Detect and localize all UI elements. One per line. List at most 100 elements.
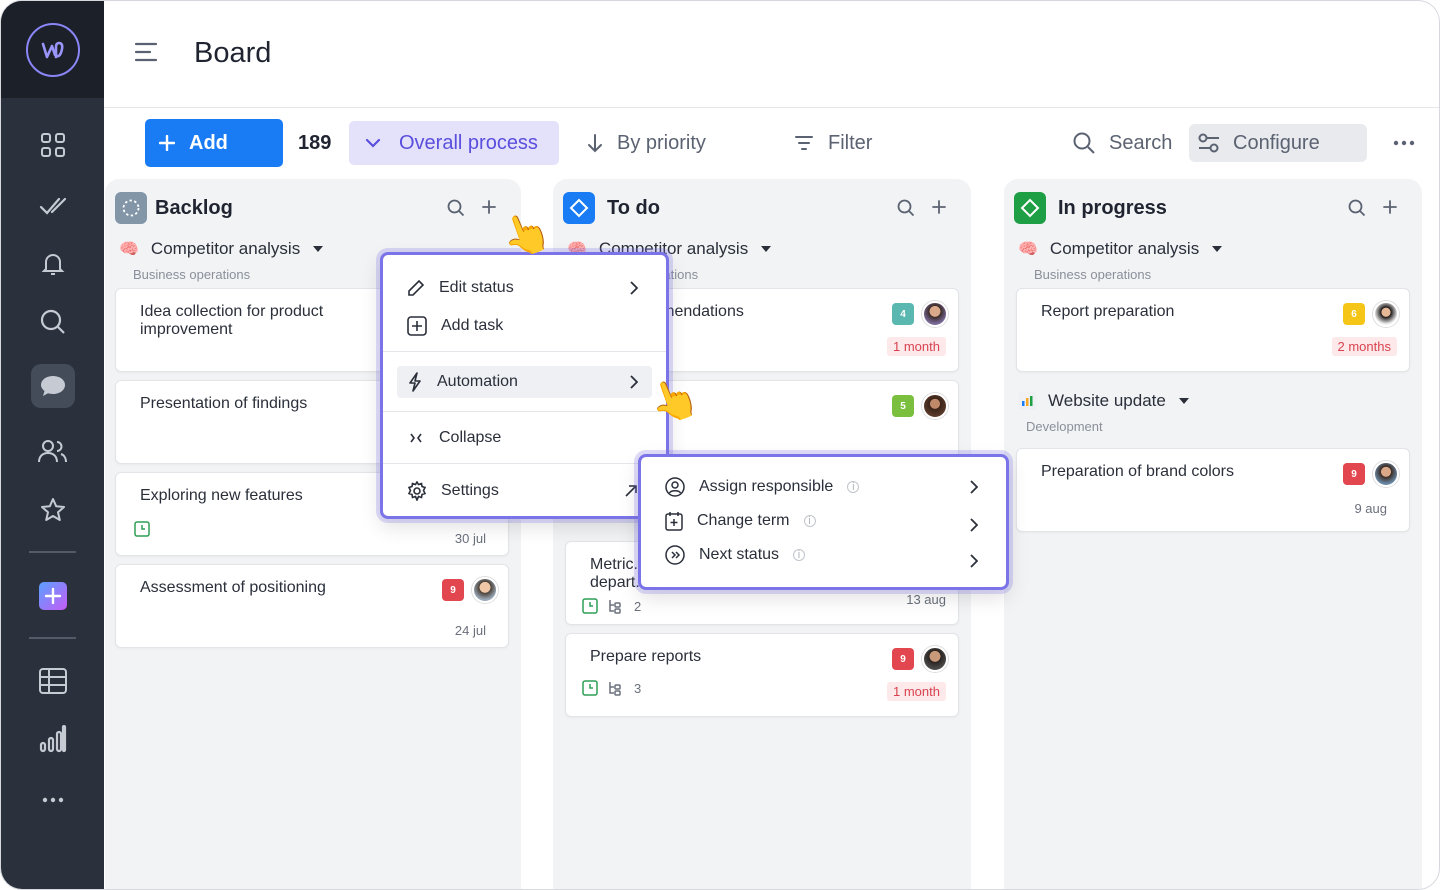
- sort-button[interactable]: By priority: [587, 121, 706, 165]
- process-label: Overall process: [399, 131, 538, 154]
- plus-app-icon[interactable]: [31, 574, 75, 618]
- due-date: 1 month: [887, 337, 946, 356]
- menu-divider: [383, 351, 666, 352]
- avatar[interactable]: [922, 393, 948, 419]
- brain-icon: 🧠: [119, 241, 139, 258]
- page-title: Board: [194, 37, 272, 69]
- group-header[interactable]: 🧠 Competitor analysis: [1018, 239, 1223, 259]
- task-card[interactable]: Report preparation 6 2 months: [1016, 288, 1410, 372]
- menu-item-collapse[interactable]: Collapse: [397, 422, 652, 454]
- tasks-check-icon[interactable]: [31, 184, 75, 228]
- card-meta: 3: [582, 680, 641, 696]
- filter-icon: [795, 136, 813, 150]
- plus-icon[interactable]: [931, 199, 947, 215]
- process-selector[interactable]: Overall process: [349, 121, 559, 165]
- info-icon[interactable]: i: [847, 481, 860, 493]
- search-icon[interactable]: [897, 199, 915, 217]
- column-header: To do: [563, 191, 961, 225]
- priority-badge: 9: [1343, 463, 1365, 485]
- search-button[interactable]: Search: [1073, 121, 1172, 165]
- avatar[interactable]: [922, 301, 948, 327]
- search-icon[interactable]: [31, 300, 75, 344]
- dashboard-grid-icon[interactable]: [31, 123, 75, 167]
- menu-item-label: Assign responsible: [699, 478, 834, 495]
- column-actions: [897, 199, 947, 217]
- clock-icon: [582, 598, 598, 614]
- menu-item-assign-responsible[interactable]: Assign responsible i: [655, 471, 992, 503]
- caret-down-icon: [313, 246, 324, 252]
- plus-icon[interactable]: [1382, 199, 1398, 215]
- column-header: Backlog: [115, 191, 511, 225]
- user-circle-icon: [665, 477, 685, 497]
- group-name: Website update: [1048, 391, 1166, 410]
- chevron-right-icon: [970, 518, 978, 532]
- avatar[interactable]: [1373, 461, 1399, 487]
- column-title: In progress: [1058, 196, 1167, 219]
- menu-item-change-term[interactable]: Change term i: [655, 505, 992, 537]
- analytics-chart-icon[interactable]: [31, 717, 75, 761]
- task-count: 189: [298, 132, 332, 154]
- table-icon[interactable]: [31, 659, 75, 703]
- task-title: Exploring new features: [140, 487, 303, 504]
- chat-icon[interactable]: [31, 364, 75, 408]
- chevron-right-icon: [630, 375, 638, 389]
- configure-label: Configure: [1233, 131, 1320, 154]
- configure-button[interactable]: Configure: [1189, 124, 1367, 162]
- column-actions: [1348, 199, 1398, 217]
- task-card[interactable]: Assessment of positioning 9 24 jul: [115, 564, 509, 648]
- users-icon[interactable]: [31, 429, 75, 473]
- search-icon[interactable]: [1348, 199, 1366, 217]
- avatar[interactable]: [922, 646, 948, 672]
- page-header: Board: [104, 1, 1439, 108]
- chevron-right-icon: [970, 480, 978, 494]
- search-icon[interactable]: [447, 199, 465, 217]
- avatar[interactable]: [472, 577, 498, 603]
- task-card[interactable]: Prepare reports 9 3 1 month: [565, 633, 959, 717]
- menu-item-automation[interactable]: Automation: [397, 366, 652, 398]
- more-options-icon[interactable]: [1393, 133, 1415, 151]
- info-icon[interactable]: i: [793, 549, 806, 561]
- calendar-plus-icon: [665, 512, 683, 531]
- star-icon[interactable]: [31, 488, 75, 532]
- menu-item-label: Next status: [699, 546, 780, 563]
- add-button[interactable]: Add: [145, 119, 283, 167]
- app-logo[interactable]: [25, 22, 80, 77]
- bell-icon[interactable]: [31, 242, 75, 286]
- hamburger-menu-icon[interactable]: [134, 41, 158, 68]
- menu-item-edit-status[interactable]: Edit status: [397, 272, 652, 304]
- subtasks-icon: [609, 682, 621, 696]
- menu-item-label: Add task: [441, 317, 504, 334]
- plus-icon[interactable]: [481, 199, 497, 215]
- next-status-icon: [665, 545, 685, 565]
- menu-divider: [383, 463, 666, 464]
- bar-chart-icon: [1018, 392, 1036, 410]
- due-date: 13 aug: [906, 592, 946, 607]
- task-title: Assessment of positioning: [140, 579, 326, 596]
- menu-item-label: Edit status: [439, 279, 514, 296]
- search-icon: [1073, 132, 1095, 154]
- menu-item-add-task[interactable]: Add task: [397, 310, 652, 342]
- due-date: 1 month: [887, 682, 946, 701]
- menu-item-label: Automation: [437, 373, 518, 390]
- group-subtitle: Development: [1026, 419, 1103, 434]
- brain-icon: 🧠: [1018, 241, 1038, 258]
- info-icon[interactable]: i: [803, 515, 816, 527]
- menu-item-settings[interactable]: Settings: [397, 475, 652, 507]
- caret-down-icon: [1212, 246, 1223, 252]
- arrow-up-right-icon: [625, 485, 637, 497]
- column-actions: [447, 199, 497, 217]
- more-icon[interactable]: [31, 778, 75, 822]
- logo-area: [1, 1, 104, 98]
- group-header[interactable]: Website update: [1018, 391, 1190, 411]
- group-header[interactable]: 🧠 Competitor analysis: [119, 239, 324, 259]
- menu-item-next-status[interactable]: Next status i: [655, 539, 992, 571]
- group-name: Competitor analysis: [1049, 239, 1200, 258]
- filter-button[interactable]: Filter: [794, 121, 872, 165]
- pencil-icon: [408, 279, 425, 296]
- clock-icon: [134, 521, 150, 537]
- status-backlog-icon: [115, 192, 147, 224]
- task-card[interactable]: Preparation of brand colors 9 9 aug: [1016, 448, 1410, 532]
- avatar[interactable]: [1373, 301, 1399, 327]
- sidebar-divider: [29, 637, 76, 639]
- menu-item-label: Collapse: [439, 429, 502, 446]
